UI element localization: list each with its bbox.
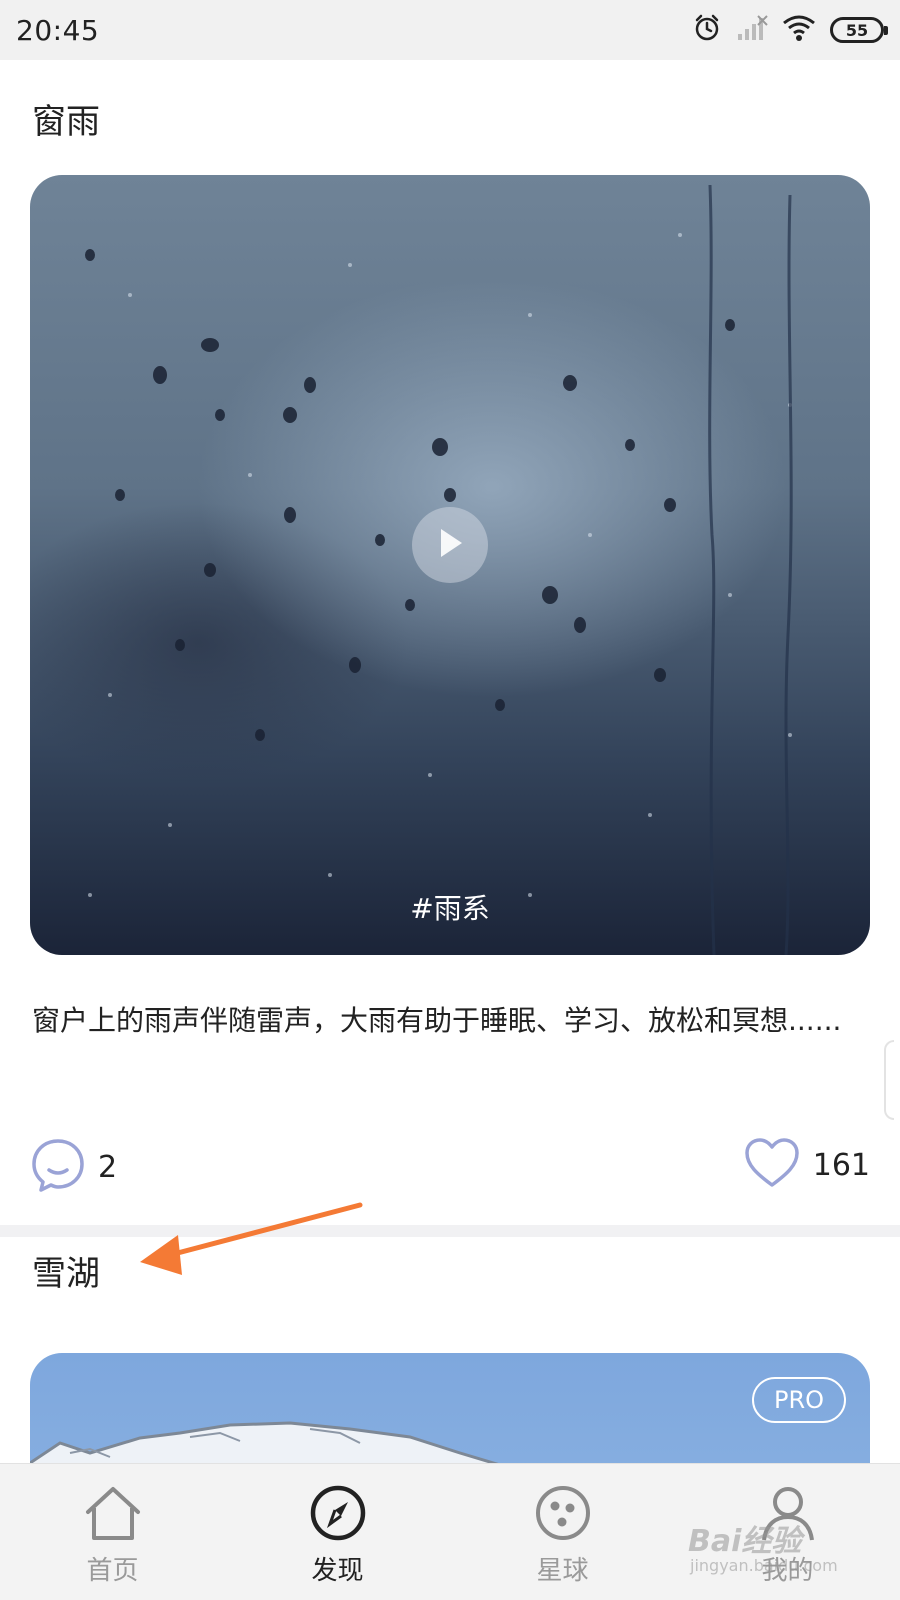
tab-discover[interactable]: 发现 (225, 1464, 450, 1600)
play-button[interactable] (412, 507, 488, 583)
comment-count: 2 (98, 1149, 118, 1185)
battery-icon: 55 (830, 17, 888, 43)
post-description: 窗户上的雨声伴随雷声，大雨有助于睡眠、学习、放松和冥想...... (32, 1004, 842, 1037)
post-title: 雪湖 (32, 1254, 100, 1294)
play-icon (435, 526, 465, 564)
snow-mountain-image (30, 1421, 499, 1463)
tab-home[interactable]: 首页 (0, 1464, 225, 1600)
tab-label: 星球 (536, 1556, 589, 1586)
pro-badge: PRO (752, 1377, 846, 1423)
post-actions: 2 161 (30, 1137, 870, 1197)
signal-icon (736, 14, 768, 46)
tab-planet[interactable]: 星球 (450, 1464, 675, 1600)
like-button[interactable]: 161 (743, 1137, 870, 1193)
comment-button[interactable]: 2 (30, 1137, 117, 1197)
video-tag[interactable]: #雨系 (30, 887, 870, 927)
status-bar: 20:45 55 (0, 0, 900, 60)
video-thumbnail[interactable]: #雨系 (30, 175, 870, 955)
planet-icon (533, 1484, 593, 1546)
watermark: Bai经验 (688, 1524, 802, 1559)
scroll-handle[interactable] (884, 1040, 894, 1120)
video-thumbnail[interactable]: PRO (30, 1353, 870, 1463)
wifi-icon (782, 14, 816, 46)
comment-icon (30, 1137, 86, 1197)
alarm-icon (692, 13, 722, 47)
tab-label: 首页 (86, 1556, 139, 1586)
compass-icon (308, 1484, 368, 1546)
annotation-arrow-icon (140, 1202, 363, 1275)
heart-icon (743, 1137, 801, 1193)
home-icon (82, 1484, 144, 1546)
watermark-url: jingyan.baidu.com (690, 1556, 838, 1575)
feed[interactable]: 窗雨 #雨系 窗户上的雨声伴随雷声，大雨有助于睡眠、学习、放松和冥想......… (0, 60, 900, 1463)
like-count: 161 (812, 1147, 870, 1183)
tab-label: 发现 (311, 1556, 364, 1586)
status-time: 20:45 (16, 13, 100, 47)
status-icons: 55 (692, 13, 888, 47)
post-title: 窗雨 (32, 102, 100, 142)
